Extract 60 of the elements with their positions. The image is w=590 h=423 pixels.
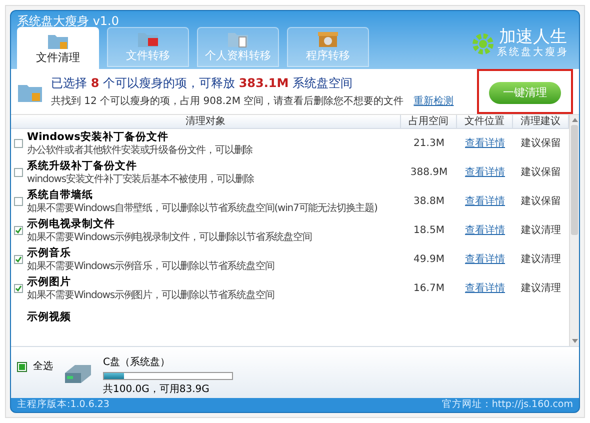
column-header[interactable]: 清理对象: [11, 115, 401, 128]
item-title: 示例图片: [27, 276, 72, 288]
size-cell-text: 18.5M: [414, 224, 444, 238]
scrollbar[interactable]: [569, 115, 579, 346]
view-details-link[interactable]: 查看详情: [465, 194, 505, 209]
tab[interactable]: 文件清理: [17, 27, 99, 69]
size-cell-text: 21.3M: [414, 137, 444, 151]
down-arrow-icon[interactable]: [570, 338, 578, 344]
advice-cell-text: 建议保留: [521, 136, 561, 151]
advice-cell-text: 建议清理: [521, 282, 561, 296]
view-details-link[interactable]: 查看详情: [465, 136, 505, 151]
window-title: 系统盘大瘦身 v1.0: [17, 13, 119, 30]
checkbox[interactable]: [14, 168, 23, 177]
version-label: 主程序版本:1.0.6.23: [17, 398, 110, 412]
advice-cell-text: 建议清理: [521, 252, 561, 267]
item-description: 如果不需要Windows示例电视录制文件，可以删除以节省系统盘空间: [27, 230, 312, 244]
advice-cell-text: 建议保留: [521, 194, 561, 209]
scrollbar-thumb[interactable]: [571, 125, 578, 235]
select-all-checkbox[interactable]: [17, 362, 27, 372]
size-cell-text: 388.9M: [410, 166, 448, 180]
up-arrow-icon[interactable]: [570, 117, 578, 123]
rescan-link[interactable]: 重新检测: [414, 94, 454, 109]
package-icon: [317, 30, 339, 48]
scan-summary: 共找到 12 个可以瘦身的项，占用 908.2M 空间，请查看后删除您不想要的文件: [51, 94, 404, 109]
column-header[interactable]: 占用空间: [401, 115, 457, 128]
hard-drive-icon: [63, 363, 93, 385]
view-details-link[interactable]: 查看详情: [465, 281, 505, 296]
item-description: windows安装文件补丁安装后基本不被使用，可以删除: [27, 172, 254, 186]
item-description: 如果不需要Windows示例图片，可以删除以节省系统盘空间: [27, 288, 274, 302]
checkbox[interactable]: [14, 255, 23, 264]
item-description: 如果不需要Windows示例音乐，可以删除以节省系统盘空间: [27, 260, 274, 272]
checkbox[interactable]: [14, 226, 23, 235]
item-description: 如果不需要Windows自带壁纸，可以删除以节省系统盘空间(win7可能无法切换主题): [27, 202, 378, 214]
item-title: 示例音乐: [27, 246, 72, 260]
select-all-label[interactable]: 全选: [33, 359, 53, 374]
advice-cell-text: 建议清理: [521, 224, 561, 238]
brand-title: 加速人生: [499, 29, 567, 46]
item-description: 办公软件或者其他软件安装或升级备份文件，可以删除: [27, 144, 253, 156]
size-cell-text: 16.7M: [414, 282, 444, 296]
drive-capacity: 共100.0G，可用83.9G: [103, 382, 210, 397]
brand-subtitle: 系统盘大瘦身: [497, 48, 569, 58]
column-header[interactable]: 文件位置: [457, 115, 513, 128]
website-label: 官方网址：http://js.160.com: [442, 398, 573, 412]
size-cell-text: 49.9M: [414, 253, 444, 267]
drive-name: C盘（系统盘）: [103, 356, 171, 370]
view-details-link[interactable]: 查看详情: [465, 252, 505, 267]
item-title: 系统升级补丁备份文件: [27, 160, 138, 172]
selection-summary: 已选择 8 个可以瘦身的项，可释放 383.1M 系统盘空间: [51, 75, 354, 92]
checkbox[interactable]: [14, 284, 23, 293]
view-details-link[interactable]: 查看详情: [465, 165, 505, 180]
item-title: 系统自带墙纸: [27, 188, 94, 202]
item-title: Windows安装补丁备份文件: [27, 130, 170, 144]
item-title: 示例视频: [27, 311, 71, 324]
size-cell-text: 38.8M: [414, 195, 444, 209]
advice-cell-text: 建议保留: [521, 166, 561, 180]
checkbox[interactable]: [14, 139, 23, 148]
view-details-link[interactable]: 查看详情: [465, 223, 505, 238]
checkbox[interactable]: [14, 197, 23, 206]
item-title: 示例电视录制文件: [27, 218, 116, 230]
gear-icon: [472, 32, 494, 54]
